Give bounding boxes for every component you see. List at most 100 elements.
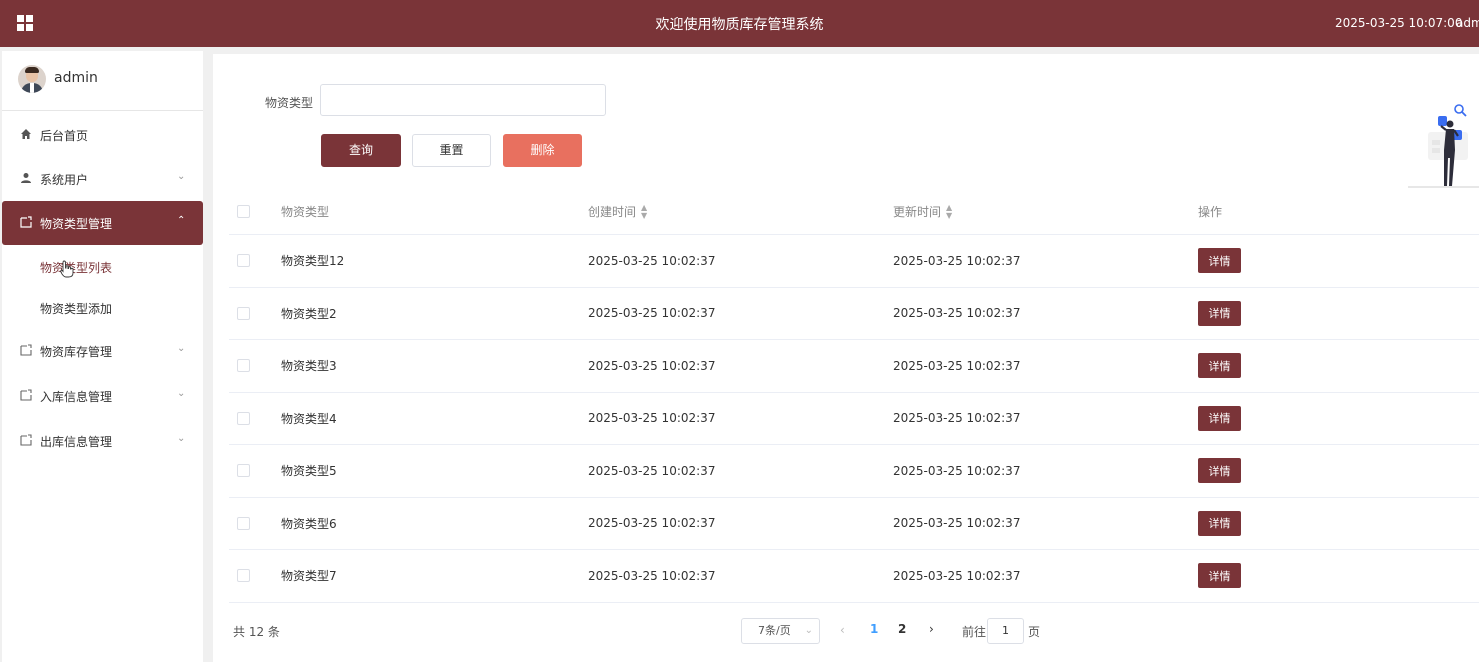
sidebar-item-material-type[interactable]: 物资类型管理 ⌃ — [2, 201, 203, 245]
cell-created: 2025-03-25 10:02:37 — [588, 358, 716, 373]
cell-type: 物资类型3 — [281, 359, 337, 374]
detail-button[interactable]: 详情 — [1198, 405, 1241, 431]
row-checkbox[interactable] — [237, 464, 250, 478]
sidebar-item-label: 物资类型管理 — [40, 217, 113, 231]
cell-type: 物资类型12 — [281, 254, 345, 269]
material-type-input[interactable] — [320, 84, 606, 116]
chevron-up-icon: ⌃ — [177, 215, 186, 226]
next-page-icon[interactable]: › — [929, 622, 934, 636]
cell-type: 物资类型7 — [281, 569, 337, 584]
cell-updated: 2025-03-25 10:02:37 — [893, 253, 1021, 268]
sidebar-item-system-users[interactable]: 系统用户 ⌄ — [2, 157, 203, 201]
page-1[interactable]: 1 — [870, 622, 878, 636]
cell-type: 物资类型2 — [281, 306, 337, 321]
sidebar-subitem-type-add[interactable]: 物资类型添加 — [2, 288, 203, 328]
page-2[interactable]: 2 — [898, 622, 906, 636]
sidebar-item-label: 入库信息管理 — [40, 390, 113, 404]
row-checkbox[interactable] — [237, 516, 250, 530]
delete-button[interactable]: 删除 — [503, 134, 582, 167]
header-username[interactable]: admin — [1456, 16, 1479, 30]
sidebar-item-label: 后台首页 — [40, 129, 89, 143]
cell-created: 2025-03-25 10:02:37 — [588, 516, 716, 531]
cell-updated: 2025-03-25 10:02:37 — [893, 463, 1021, 478]
cell-type: 物资类型5 — [281, 464, 337, 479]
total-count: 共 12 条 — [233, 625, 280, 639]
row-checkbox[interactable] — [237, 411, 250, 425]
table-row: 物资类型5 2025-03-25 10:02:37 2025-03-25 10:… — [229, 445, 1479, 498]
row-checkbox[interactable] — [237, 359, 250, 373]
column-header-created[interactable]: 创建时间 — [588, 203, 636, 220]
sidebar-subitem-label: 物资类型添加 — [40, 302, 113, 316]
chevron-down-icon: ⌄ — [177, 433, 186, 444]
cell-created: 2025-03-25 10:02:37 — [588, 306, 716, 321]
sidebar-item-inventory[interactable]: 物资库存管理 ⌄ — [2, 329, 203, 373]
cell-updated: 2025-03-25 10:02:37 — [893, 358, 1021, 373]
row-checkbox[interactable] — [237, 254, 250, 268]
cell-created: 2025-03-25 10:02:37 — [588, 463, 716, 478]
column-header-type: 物资类型 — [281, 205, 330, 219]
user-profile: admin — [2, 51, 203, 111]
cell-updated: 2025-03-25 10:02:37 — [893, 306, 1021, 321]
cell-updated: 2025-03-25 10:02:37 — [893, 516, 1021, 531]
material-type-label: 物资类型 — [265, 96, 314, 110]
page-size-value: 7条/页 — [758, 624, 791, 637]
sidebar-item-label: 出库信息管理 — [40, 435, 113, 449]
sidebar-item-label: 物资库存管理 — [40, 345, 113, 359]
detail-button[interactable]: 详情 — [1198, 248, 1241, 274]
folder-icon — [20, 389, 32, 401]
row-checkbox[interactable] — [237, 569, 250, 583]
hand-cursor-icon — [60, 260, 74, 278]
cell-created: 2025-03-25 10:02:37 — [588, 253, 716, 268]
datetime-display: 2025-03-25 10:07:00 — [1335, 16, 1463, 30]
detail-button[interactable]: 详情 — [1198, 353, 1241, 379]
sidebar-item-home[interactable]: 后台首页 — [2, 113, 203, 157]
goto-label: 前往 — [962, 625, 987, 639]
cell-created: 2025-03-25 10:02:37 — [588, 568, 716, 583]
sidebar-subitem-type-list[interactable]: 物资类型列表 — [2, 247, 203, 287]
user-icon — [21, 173, 31, 183]
profile-username: admin — [54, 70, 98, 86]
cell-updated: 2025-03-25 10:02:37 — [893, 568, 1021, 583]
cell-created: 2025-03-25 10:02:37 — [588, 411, 716, 426]
chevron-down-icon: ⌄ — [177, 388, 186, 399]
row-checkbox[interactable] — [237, 306, 250, 320]
data-table: 物资类型 创建时间 ▲ ▼ 更新时间 ▲ ▼ 操作 物资类型12 2025-03-25 … — [229, 189, 1479, 603]
sort-icon[interactable]: ▲ ▼ — [641, 203, 647, 220]
sidebar-item-label: 系统用户 — [40, 173, 89, 187]
query-button[interactable]: 查询 — [321, 134, 401, 167]
table-row: 物资类型2 2025-03-25 10:02:37 2025-03-25 10:… — [229, 288, 1479, 340]
folder-icon — [20, 344, 32, 356]
detail-button[interactable]: 详情 — [1198, 510, 1241, 536]
column-header-updated[interactable]: 更新时间 — [893, 203, 941, 220]
table-row: 物资类型4 2025-03-25 10:02:37 2025-03-25 10:… — [229, 393, 1479, 445]
cell-type: 物资类型6 — [281, 516, 337, 531]
page-suffix-label: 页 — [1028, 625, 1041, 639]
sidebar-item-outbound[interactable]: 出库信息管理 ⌄ — [2, 419, 203, 463]
sidebar: admin 后台首页 系统用户 ⌄ 物资类型管理 ⌃ 物资类型列表 物资类型添加… — [2, 51, 203, 662]
sort-icon[interactable]: ▲ ▼ — [946, 203, 952, 220]
detail-button[interactable]: 详情 — [1198, 458, 1241, 484]
select-all-checkbox[interactable] — [237, 205, 250, 218]
prev-page-icon[interactable]: ‹ — [840, 623, 845, 637]
chevron-down-icon: ⌄ — [177, 171, 186, 182]
sidebar-item-inbound[interactable]: 入库信息管理 ⌄ — [2, 374, 203, 418]
detail-button[interactable]: 详情 — [1198, 563, 1241, 589]
column-header-ops: 操作 — [1198, 205, 1223, 219]
home-icon — [21, 129, 31, 139]
folder-icon — [20, 216, 32, 228]
search-illustration-icon — [1408, 104, 1479, 188]
table-row: 物资类型7 2025-03-25 10:02:37 2025-03-25 10:… — [229, 550, 1479, 603]
main-panel: 物资类型 查询 重置 删除 物资类型 创建时间 ▲ ▼ 更新时间 ▲ ▼ 操作 物资类型… — [213, 54, 1479, 662]
table-header: 物资类型 创建时间 ▲ ▼ 更新时间 ▲ ▼ 操作 — [229, 189, 1479, 235]
chevron-down-icon: ⌄ — [177, 343, 186, 354]
page-size-select[interactable]: 7条/页 ⌄ — [741, 618, 820, 644]
pagination: 共 12 条 7条/页 ⌄ ‹ 1 2 › 前往 1 页 — [213, 609, 1479, 649]
chevron-down-icon: ⌄ — [804, 625, 813, 636]
sidebar-subitem-label: 物资类型列表 — [40, 261, 113, 275]
goto-page-input[interactable]: 1 — [987, 618, 1024, 644]
app-title: 欢迎使用物质库存管理系统 — [655, 17, 824, 33]
cell-updated: 2025-03-25 10:02:37 — [893, 411, 1021, 426]
table-row: 物资类型3 2025-03-25 10:02:37 2025-03-25 10:… — [229, 340, 1479, 393]
reset-button[interactable]: 重置 — [412, 134, 491, 167]
detail-button[interactable]: 详情 — [1198, 300, 1241, 326]
